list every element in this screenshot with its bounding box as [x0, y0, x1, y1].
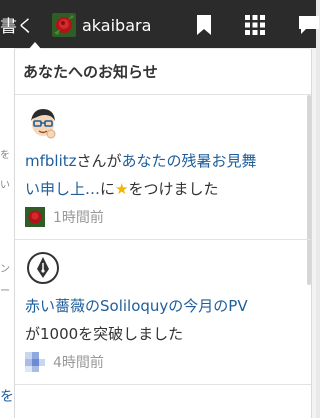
background-fragment: い	[0, 180, 10, 191]
user-avatar	[52, 13, 76, 37]
notification-time: 4時間前	[53, 355, 104, 371]
top-navigation-bar: 書く akaibara	[0, 0, 319, 48]
write-link[interactable]: 書く	[0, 12, 34, 37]
background-fragment: ン	[0, 264, 10, 275]
notifications-panel: あなたへのお知らせ mfblitzさんがあなたの残暑お見舞い申し上…に★をつけま…	[14, 49, 312, 418]
message-text: さんが	[76, 152, 122, 170]
app-grid-icon[interactable]	[244, 14, 266, 36]
comment-icon[interactable]	[298, 14, 320, 36]
user-avatar-icon	[25, 105, 61, 141]
pixel-thumbnail-icon	[25, 352, 45, 372]
bookmark-icon[interactable]	[193, 14, 215, 36]
actor-link[interactable]: mfblitz	[25, 152, 77, 170]
background-fragment: ー	[0, 286, 10, 297]
background-fragment: を	[0, 150, 10, 161]
background-link-fragment[interactable]: を	[0, 386, 14, 406]
rose-avatar-image	[52, 13, 76, 37]
blog-pv-link[interactable]: 赤い薔薇のSoliloquyの今月のPV	[25, 297, 248, 315]
notification-meta: 1時間前	[25, 207, 301, 227]
notification-message: mfblitzさんがあなたの残暑お見舞い申し上…に★をつけました	[25, 147, 257, 203]
notifications-title: あなたへのお知らせ	[23, 63, 158, 81]
star-icon: ★	[115, 180, 129, 198]
notification-item[interactable]: 赤い薔薇のSoliloquyの今月のPV が1000を突破しました 4時間前	[15, 240, 311, 385]
notification-time: 1時間前	[53, 210, 104, 226]
notifications-header: あなたへのお知らせ	[15, 49, 311, 95]
rose-thumbnail-icon	[25, 207, 45, 227]
notification-message: 赤い薔薇のSoliloquyの今月のPV が1000を突破しました	[25, 292, 257, 348]
username-label: akaibara	[82, 15, 152, 35]
notification-meta: 4時間前	[25, 352, 301, 372]
message-text: が1000を突破しました	[25, 325, 184, 343]
background-page-left: を い ン ー を	[0, 48, 14, 418]
message-text: をつけました	[128, 180, 219, 198]
notification-item[interactable]: mfblitzさんがあなたの残暑お見舞い申し上…に★をつけました 1時間前	[15, 95, 311, 240]
pen-nib-icon	[27, 252, 59, 284]
user-menu[interactable]: akaibara	[52, 12, 151, 38]
message-text: に	[100, 180, 116, 198]
